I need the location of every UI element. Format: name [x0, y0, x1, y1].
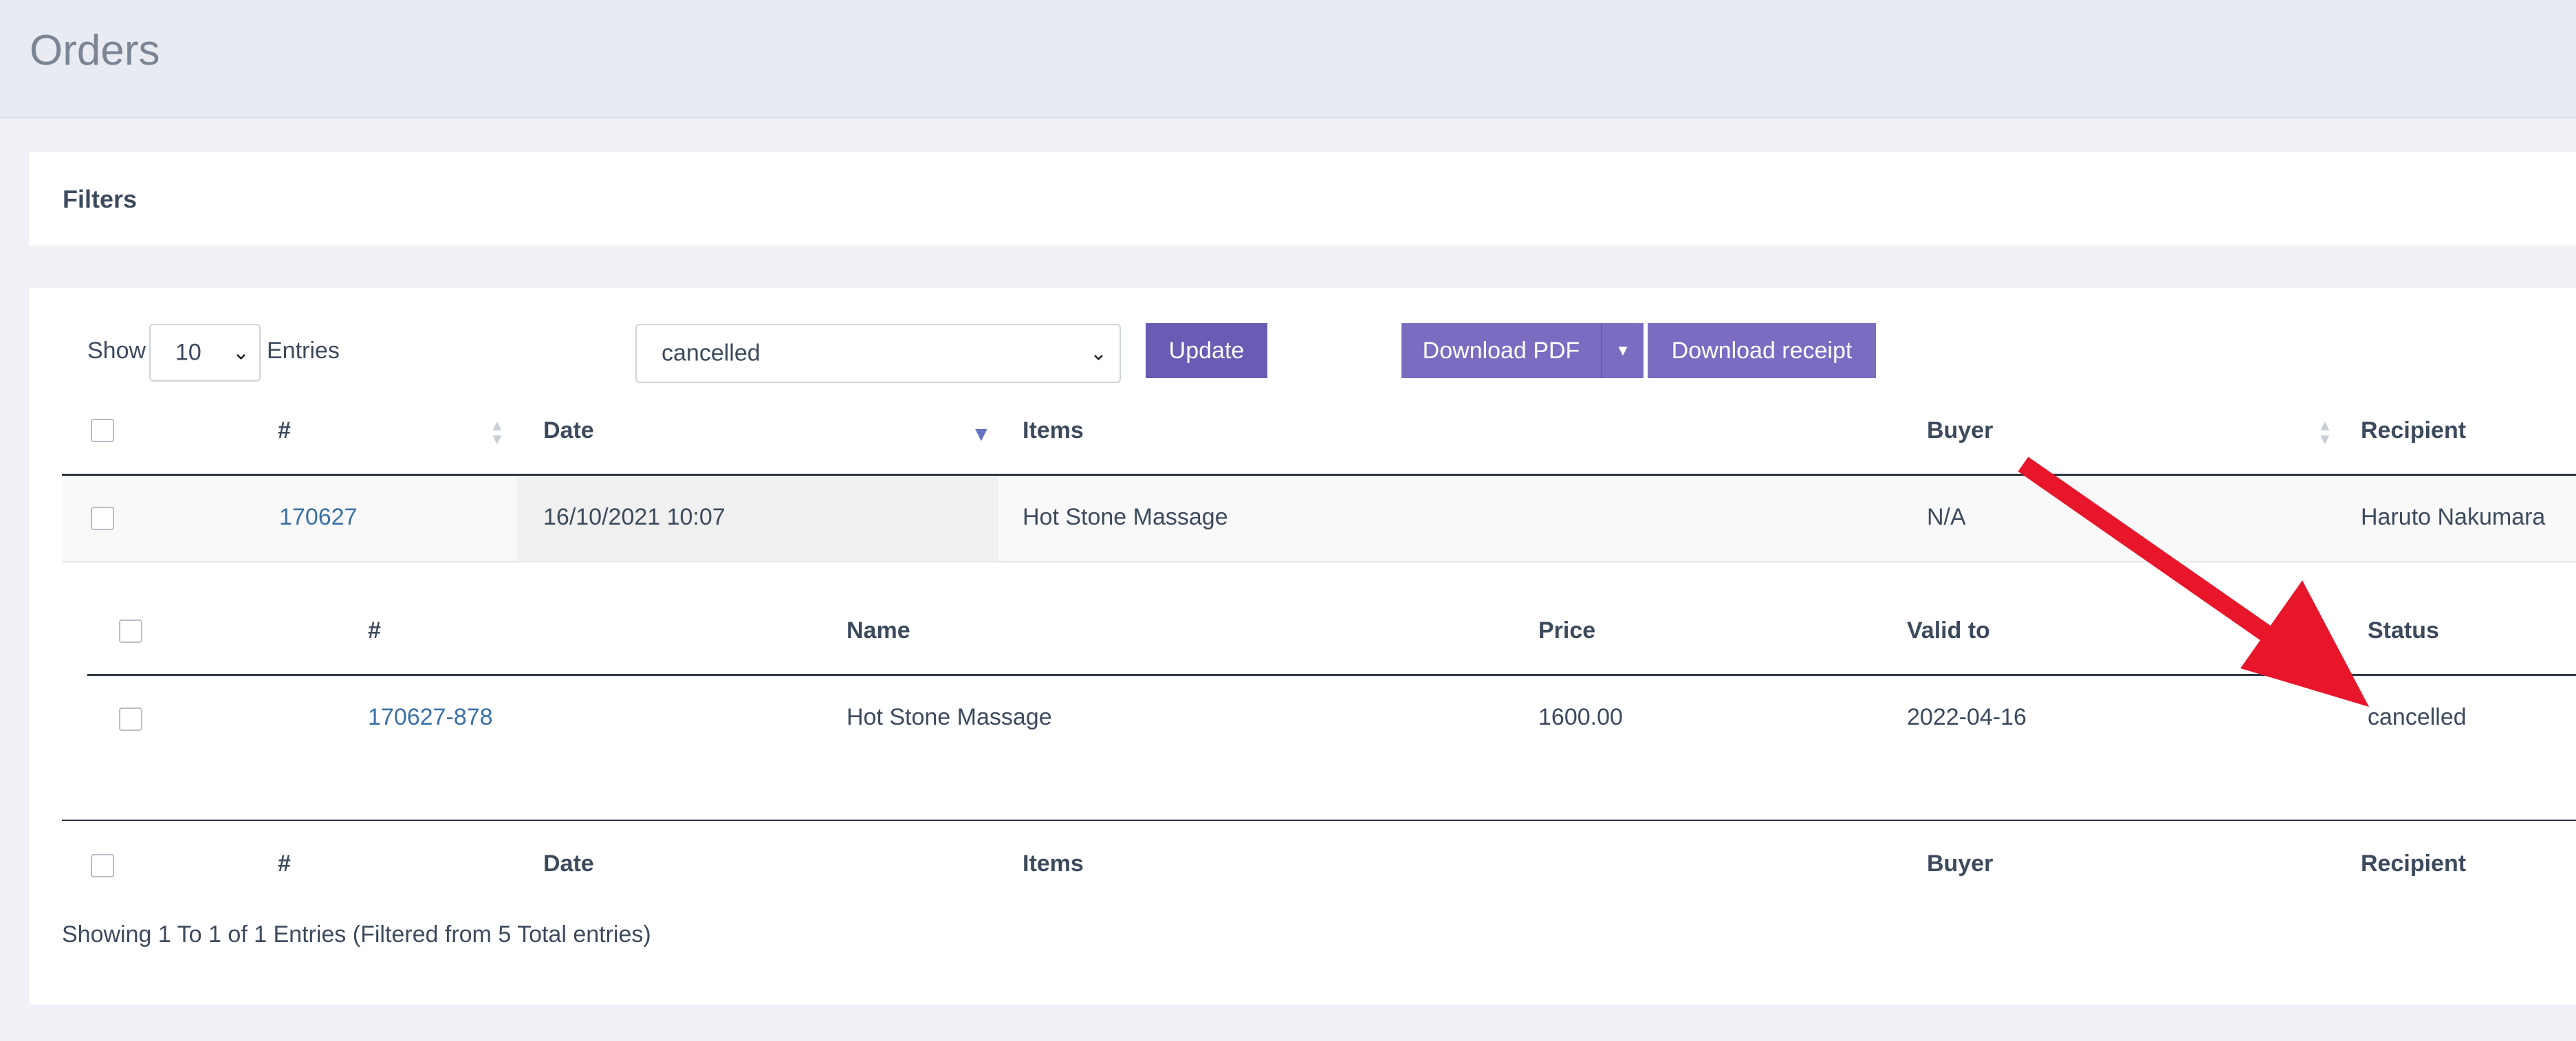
red-arrow-icon: [2018, 457, 2369, 707]
